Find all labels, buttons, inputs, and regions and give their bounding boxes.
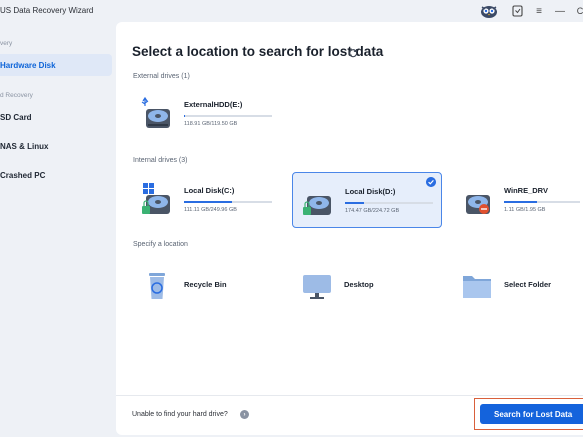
drive-usage-bar — [504, 201, 580, 203]
sidebar-item-crashed-pc[interactable]: Crashed PC — [0, 164, 112, 186]
external-drive-card[interactable]: ExternalHDD(E:) 118.91 GB/119.50 GB — [132, 86, 282, 142]
usb-drive-icon — [141, 96, 170, 128]
sidebar-item-hardware-disk[interactable]: Hardware Disk — [0, 54, 112, 76]
footer: Unable to find your hard drive? › Search… — [116, 395, 583, 435]
drive-usage-bar — [345, 202, 433, 204]
help-arrow-icon[interactable]: › — [240, 410, 249, 419]
drive-usage-fill — [345, 202, 365, 204]
drive-size: 1.11 GB/1.95 GB — [504, 207, 546, 213]
close-icon[interactable]: C — [575, 4, 583, 18]
sidebar: very Hardware Disk d Recovery SD Card NA… — [0, 22, 116, 437]
refresh-icon[interactable] — [348, 48, 358, 58]
feedback-icon[interactable] — [511, 4, 523, 18]
location-name: Select Folder — [504, 280, 552, 289]
drive-name: WinRE_DRV — [504, 186, 548, 195]
drive-usage-bar — [184, 115, 272, 117]
internal-drive-card-selected[interactable]: Local Disk(D:) 174.47 GB/224.72 GB — [292, 172, 442, 228]
internal-drives-label: Internal drives (3) — [133, 157, 188, 164]
recovery-drive-icon — [466, 195, 490, 214]
recycle-bin-icon — [149, 273, 165, 299]
location-select-folder[interactable]: Select Folder — [452, 258, 583, 314]
drive-size: 174.47 GB/224.72 GB — [345, 208, 400, 214]
location-name: Recycle Bin — [184, 280, 227, 289]
drive-usage-fill — [504, 201, 537, 203]
desktop-icon — [303, 275, 331, 299]
sidebar-item-nas-linux[interactable]: NAS & Linux — [0, 135, 112, 157]
internal-drive-card[interactable]: Local Disk(C:) 111.11 GB/249.96 GB — [132, 172, 282, 228]
owl-avatar-icon[interactable] — [480, 4, 498, 18]
drive-size: 111.11 GB/249.96 GB — [184, 207, 237, 213]
sidebar-section-header: very — [0, 40, 13, 47]
selected-check-icon — [426, 177, 436, 187]
drive-name: ExternalHDD(E:) — [184, 100, 243, 109]
sidebar-item-label: Hardware Disk — [0, 60, 56, 70]
cant-find-drive-text: Unable to find your hard drive? — [132, 411, 228, 418]
drive-size: 118.91 GB/119.50 GB — [184, 121, 238, 127]
sidebar-item-sd-card[interactable]: SD Card — [0, 106, 112, 128]
search-lost-data-button[interactable]: Search for Lost Data — [480, 404, 583, 424]
sidebar-section-header: d Recovery — [0, 92, 33, 99]
specify-location-label: Specify a location — [133, 241, 188, 248]
location-desktop[interactable]: Desktop — [292, 258, 442, 314]
folder-icon — [463, 276, 491, 298]
internal-drive-card[interactable]: WinRE_DRV 1.11 GB/1.95 GB — [452, 172, 583, 228]
drive-name: Local Disk(D:) — [345, 187, 396, 196]
page-title: Select a location to search for lost dat… — [132, 44, 384, 59]
location-recycle-bin[interactable]: Recycle Bin — [132, 258, 282, 314]
drive-name: Local Disk(C:) — [184, 186, 235, 195]
menu-icon[interactable]: ≡ — [533, 4, 545, 18]
sidebar-item-label: SD Card — [0, 112, 32, 122]
hard-drive-icon — [303, 196, 331, 215]
external-drives-label: External drives (1) — [133, 73, 190, 80]
search-button-highlight: Search for Lost Data — [474, 398, 583, 430]
sidebar-item-label: Crashed PC — [0, 170, 46, 180]
location-name: Desktop — [344, 280, 374, 289]
sidebar-item-label: NAS & Linux — [0, 141, 49, 151]
drive-usage-bar — [184, 201, 272, 203]
windows-drive-icon — [142, 183, 170, 214]
main-panel: Select a location to search for lost dat… — [116, 22, 583, 435]
drive-usage-fill — [184, 115, 185, 117]
app-title: US Data Recovery Wizard — [0, 6, 94, 15]
title-bar: US Data Recovery Wizard ≡ — C — [0, 0, 583, 22]
drive-usage-fill — [184, 201, 233, 203]
minimize-icon[interactable]: — — [554, 4, 566, 18]
